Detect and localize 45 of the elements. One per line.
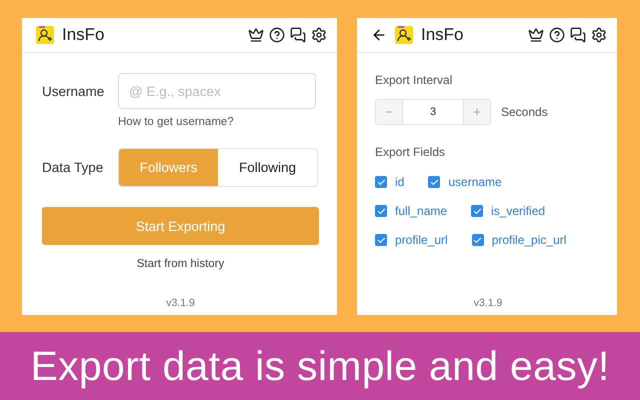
chat-icon[interactable] — [570, 27, 586, 43]
field-checkbox[interactable]: is_verified — [471, 204, 546, 218]
checkbox[interactable] — [428, 176, 440, 188]
field-checkbox[interactable]: full_name — [375, 204, 448, 218]
checkbox[interactable] — [375, 176, 387, 188]
version-text: v3.1.9 — [166, 297, 195, 309]
field-checkbox[interactable]: username — [428, 175, 502, 189]
help-icon[interactable] — [269, 27, 285, 43]
check-icon — [376, 178, 386, 186]
help-link[interactable]: How to get username? — [118, 116, 234, 128]
interval-unit: Seconds — [501, 105, 548, 119]
checkbox[interactable] — [471, 205, 484, 217]
logo-icon — [395, 26, 413, 44]
checkbox[interactable] — [472, 234, 484, 246]
check-icon — [376, 206, 386, 216]
data-type-option[interactable]: Followers — [119, 149, 218, 186]
start-exporting-button[interactable]: Start Exporting — [42, 207, 319, 245]
version-text: v3.1.9 — [474, 297, 502, 309]
crown-icon[interactable] — [248, 27, 264, 43]
help-icon[interactable] — [549, 27, 565, 43]
chat-icon[interactable] — [290, 27, 306, 43]
check-icon — [430, 178, 439, 186]
data-type-label: Data Type — [42, 160, 104, 175]
logo-icon — [36, 26, 54, 44]
banner-text: Export data is simple and easy! — [30, 342, 610, 390]
history-link[interactable]: Start from history — [136, 258, 224, 270]
plus-icon — [472, 107, 482, 117]
export-interval-label: Export Interval — [375, 73, 454, 87]
username-field[interactable]: @ E.g., spacex — [118, 73, 316, 109]
back-arrow-icon[interactable] — [371, 27, 387, 43]
username-label: Username — [42, 84, 106, 98]
crown-icon[interactable] — [528, 27, 544, 43]
settings-icon[interactable] — [591, 27, 607, 43]
check-icon — [473, 236, 482, 244]
checkbox[interactable] — [375, 205, 387, 217]
app-title: InsFo — [62, 25, 106, 45]
export-fields-label: Export Fields — [375, 145, 446, 159]
check-icon — [376, 236, 386, 244]
settings-icon[interactable] — [311, 27, 327, 43]
checkbox[interactable] — [375, 234, 387, 246]
app-title: InsFo — [421, 25, 465, 45]
field-checkbox[interactable]: id — [375, 175, 404, 189]
check-icon — [472, 206, 482, 216]
field-checkbox[interactable]: profile_pic_url — [472, 233, 566, 247]
field-checkbox[interactable]: profile_url — [375, 233, 448, 247]
